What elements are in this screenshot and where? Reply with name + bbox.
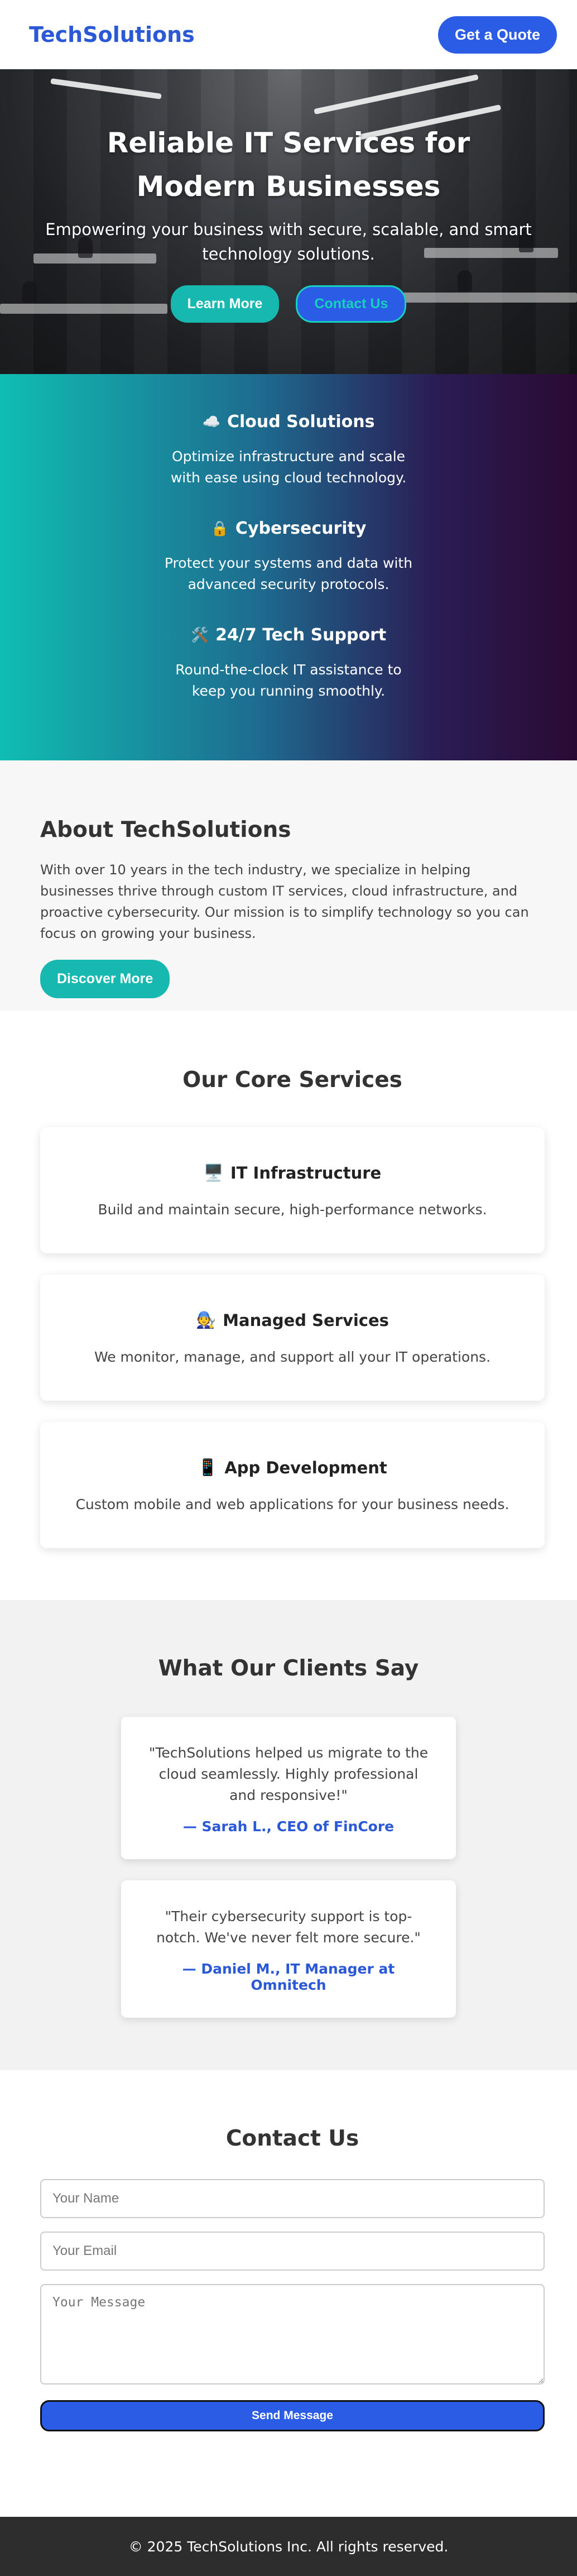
office-worker <box>22 281 37 303</box>
about-title: About TechSolutions <box>40 817 291 842</box>
contact-form: Send Message <box>40 2179 545 2431</box>
service-title: App Development <box>224 1458 387 1477</box>
feature-description: Protect your systems and data with advan… <box>164 555 413 592</box>
hero-section: Reliable IT Services for Modern Business… <box>0 69 577 374</box>
name-input[interactable] <box>40 2179 545 2218</box>
contact-section: Contact Us Send Message <box>0 2070 577 2517</box>
site-logo[interactable]: TechSolutions <box>29 22 195 47</box>
cloud-icon: ☁️ <box>202 413 220 430</box>
office-worker <box>458 270 472 291</box>
send-message-button[interactable]: Send Message <box>40 2400 545 2431</box>
contact-us-button[interactable]: Contact Us <box>296 285 407 323</box>
about-section: About TechSolutions With over 10 years i… <box>0 760 577 1011</box>
hero-title: Reliable IT Services for Modern Business… <box>107 126 470 203</box>
office-desk <box>0 304 167 314</box>
service-card-infrastructure: 🖥️ IT Infrastructure Build and maintain … <box>40 1127 545 1253</box>
testimonial-author: — Daniel M., IT Manager at Omnitech <box>182 1961 395 1993</box>
service-title: Managed Services <box>223 1310 389 1330</box>
service-description: Build and maintain secure, high-performa… <box>98 1201 487 1218</box>
feature-support: 🛠️ 24/7 Tech Support Round-the-clock IT … <box>160 625 417 702</box>
feature-title: Cloud Solutions <box>227 412 375 432</box>
discover-more-button[interactable]: Discover More <box>40 960 170 998</box>
office-desk <box>402 293 577 303</box>
hero-buttons: Learn More Contact Us <box>170 285 407 323</box>
service-description: We monitor, manage, and support all your… <box>94 1349 491 1365</box>
copyright-text: © 2025 TechSolutions Inc. All rights res… <box>128 2538 449 2555</box>
server-icon: 🖥️ <box>203 1163 224 1182</box>
testimonial-card: "Their cybersecurity support is top-notc… <box>121 1880 456 2018</box>
services-title: Our Core Services <box>182 1067 402 1093</box>
feature-title: 24/7 Tech Support <box>215 625 387 645</box>
hero-subtitle: Empowering your business with secure, sc… <box>45 219 532 264</box>
services-section: Our Core Services 🖥️ IT Infrastructure B… <box>0 1011 577 1600</box>
service-card-managed: 🧑‍🔧 Managed Services We monitor, manage,… <box>40 1275 545 1401</box>
feature-title: Cybersecurity <box>235 519 367 538</box>
mobile-icon: 📱 <box>198 1458 218 1477</box>
testimonial-card: "TechSolutions helped us migrate to the … <box>121 1717 456 1859</box>
about-text: With over 10 years in the tech industry,… <box>40 862 529 941</box>
get-quote-button[interactable]: Get a Quote <box>437 16 557 54</box>
learn-more-button[interactable]: Learn More <box>170 285 280 323</box>
service-description: Custom mobile and web applications for y… <box>75 1496 509 1512</box>
feature-description: Optimize infrastructure and scale with e… <box>170 448 407 486</box>
testimonials-section: What Our Clients Say "TechSolutions help… <box>0 1600 577 2070</box>
feature-description: Round-the-clock IT assistance to keep yo… <box>175 662 402 699</box>
site-footer: © 2025 TechSolutions Inc. All rights res… <box>0 2517 577 2576</box>
service-title: IT Infrastructure <box>230 1163 382 1182</box>
testimonial-quote: "TechSolutions helped us migrate to the … <box>148 1745 429 1803</box>
contact-title: Contact Us <box>225 2126 359 2151</box>
features-section: ☁️ Cloud Solutions Optimize infrastructu… <box>0 374 577 760</box>
technician-icon: 🧑‍🔧 <box>196 1310 217 1329</box>
lock-icon: 🔒 <box>210 520 229 537</box>
email-input[interactable] <box>40 2232 545 2271</box>
testimonial-quote: "Their cybersecurity support is top-notc… <box>156 1908 421 1946</box>
feature-cloud: ☁️ Cloud Solutions Optimize infrastructu… <box>160 412 417 489</box>
testimonials-title: What Our Clients Say <box>158 1656 419 1681</box>
message-textarea[interactable] <box>40 2284 545 2385</box>
tools-icon: 🛠️ <box>190 626 209 644</box>
ceiling-light <box>314 74 479 115</box>
ceiling-light <box>50 78 162 99</box>
site-header: TechSolutions Get a Quote <box>0 0 577 69</box>
feature-cybersecurity: 🔒 Cybersecurity Protect your systems and… <box>160 519 417 595</box>
service-card-app-development: 📱 App Development Custom mobile and web … <box>40 1422 545 1548</box>
testimonial-author: — Sarah L., CEO of FinCore <box>182 1818 395 1835</box>
